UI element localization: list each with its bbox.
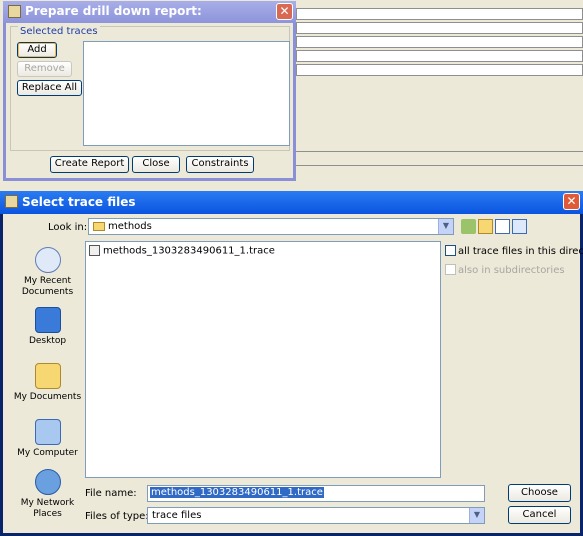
sidebar-item-label: Desktop	[28, 336, 67, 346]
close-icon[interactable]: ✕	[563, 193, 580, 210]
close-icon[interactable]: ✕	[276, 3, 293, 20]
choose-button[interactable]: Choose	[508, 484, 571, 502]
file-dialog-titlebar[interactable]: Select trace files ✕	[0, 191, 583, 214]
drill-dialog-title: Prepare drill down report:	[25, 4, 202, 18]
background-field	[296, 64, 583, 76]
sidebar-item-label: My Documents	[13, 392, 82, 402]
background-field	[296, 22, 583, 34]
network-places-icon	[34, 469, 61, 495]
file-name-field[interactable]: methods_1303283490611_1.trace	[147, 485, 485, 502]
java-cup-icon	[8, 5, 21, 18]
sidebar-item-my-documents[interactable]: My Documents	[10, 363, 85, 403]
file-list[interactable]: methods_1303283490611_1.trace	[85, 241, 441, 478]
sidebar-item-label: My Network Places	[20, 498, 75, 519]
new-folder-icon[interactable]	[478, 219, 493, 234]
files-of-type-combo[interactable]: trace files ▼	[147, 507, 485, 524]
java-cup-icon	[5, 195, 18, 208]
files-of-type-label: Files of type:	[85, 511, 149, 522]
subdirectories-label: also in subdirectories	[458, 265, 565, 276]
desktop-icon	[34, 307, 61, 333]
selected-traces-label: Selected traces	[18, 26, 100, 37]
look-in-label: Look in:	[48, 222, 88, 233]
drill-down-dialog: Prepare drill down report: ✕ Selected tr…	[3, 1, 296, 181]
list-item[interactable]: methods_1303283490611_1.trace	[89, 245, 275, 257]
sidebar-item-label: My Recent Documents	[21, 276, 74, 297]
up-folder-icon[interactable]	[461, 219, 476, 234]
places-sidebar: My Recent Documents Desktop My Documents…	[10, 239, 85, 522]
chevron-down-icon[interactable]: ▼	[469, 508, 484, 523]
drill-dialog-titlebar[interactable]: Prepare drill down report: ✕	[3, 1, 296, 23]
file-icon	[89, 245, 100, 256]
sidebar-item-desktop[interactable]: Desktop	[10, 307, 85, 347]
details-view-icon[interactable]	[512, 219, 527, 234]
list-view-icon[interactable]	[495, 219, 510, 234]
my-documents-icon	[34, 363, 61, 389]
subdirectories-checkbox[interactable]	[445, 264, 456, 275]
folder-icon	[93, 221, 105, 231]
background-divider	[296, 151, 583, 152]
sidebar-item-recent[interactable]: My Recent Documents	[10, 247, 85, 298]
look-in-combo[interactable]: methods ▼	[88, 218, 454, 235]
all-trace-files-label: all trace files in this directory	[458, 246, 583, 257]
background-field	[296, 36, 583, 48]
recent-documents-icon	[34, 247, 61, 273]
all-trace-files-checkbox[interactable]	[445, 245, 456, 256]
background-field	[296, 8, 583, 20]
files-of-type-value: trace files	[152, 510, 202, 521]
background-divider	[296, 165, 583, 166]
remove-button[interactable]: Remove	[17, 61, 72, 77]
close-button[interactable]: Close	[132, 156, 180, 173]
replace-all-button[interactable]: Replace All	[17, 80, 82, 96]
sidebar-item-my-computer[interactable]: My Computer	[10, 419, 85, 459]
file-dialog-title: Select trace files	[22, 195, 136, 209]
look-in-value: methods	[108, 221, 152, 232]
background-field	[296, 50, 583, 62]
file-name-value: methods_1303283490611_1.trace	[150, 487, 324, 498]
constraints-button[interactable]: Constraints	[186, 156, 254, 173]
file-name-text: methods_1303283490611_1.trace	[103, 245, 275, 257]
chevron-down-icon[interactable]: ▼	[438, 219, 453, 234]
sidebar-item-label: My Computer	[17, 448, 78, 458]
selected-traces-list[interactable]	[83, 41, 290, 146]
create-report-button[interactable]: Create Report	[50, 156, 129, 173]
add-button[interactable]: Add	[17, 42, 57, 58]
sidebar-item-network[interactable]: My Network Places	[10, 469, 85, 520]
selected-traces-group: Selected traces Add Remove Replace All	[10, 26, 290, 151]
file-name-label: File name:	[85, 488, 137, 499]
cancel-button[interactable]: Cancel	[508, 506, 571, 524]
my-computer-icon	[34, 419, 61, 445]
